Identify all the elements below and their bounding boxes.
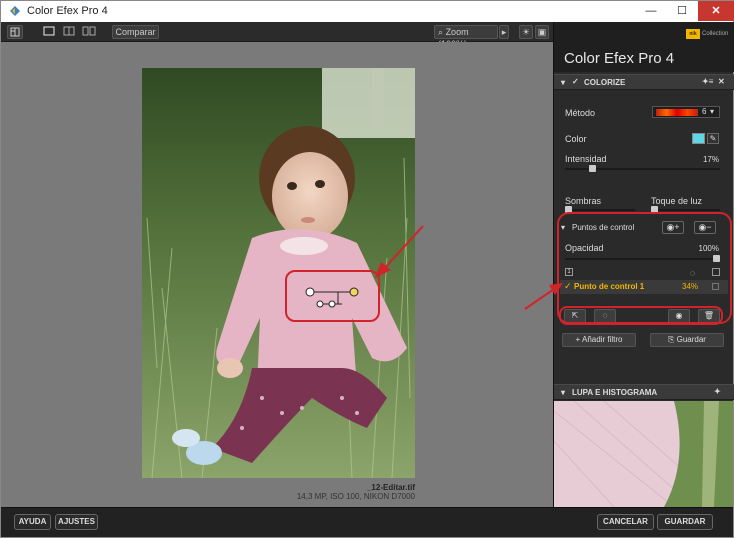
bulb-button[interactable]: ☀ (519, 25, 533, 39)
zoom-select[interactable]: ⌕ Zoom (100%) (434, 25, 498, 49)
annotation-rectangle (559, 306, 723, 325)
shadows-slider[interactable] (565, 206, 635, 213)
loupe-image (554, 401, 733, 507)
background-icon: ▣ (537, 27, 547, 37)
annotation-rectangle (285, 270, 380, 322)
background-button[interactable]: ▣ (535, 25, 549, 39)
navigator-icon (10, 27, 20, 37)
method-select[interactable]: 6 ▾ (652, 106, 720, 118)
help-button[interactable]: AYUDA (14, 514, 51, 530)
zoom-dropdown-arrow[interactable]: ▸ (499, 25, 509, 39)
minimize-button[interactable]: — (636, 1, 666, 21)
side-by-side-icon (82, 26, 96, 36)
save-recipe-button[interactable]: ⎘ Guardar (650, 333, 724, 347)
intensity-value: 17% (702, 155, 719, 164)
filter-menu-icon[interactable]: ✦≡ (702, 77, 713, 86)
nik-logo: nik (686, 29, 700, 39)
chevron-down-icon: ▾ (710, 107, 715, 116)
filter-header[interactable]: ▾ ✓ COLORIZE ✦≡ ✕ (554, 74, 734, 90)
loupe-preview[interactable] (554, 401, 733, 507)
remove-filter-icon[interactable]: ✕ (718, 77, 725, 86)
maximize-button[interactable]: ☐ (667, 1, 697, 21)
shadows-label: Sombras (565, 196, 602, 206)
brand-header: nik Collection Color Efex Pro 4 (554, 22, 734, 72)
intensity-slider[interactable] (565, 165, 720, 172)
close-button[interactable]: ✕ (698, 1, 734, 21)
settings-button[interactable]: AJUSTES (55, 514, 98, 530)
app-window: Color Efex Pro 4 — ☐ ✕ Comparar ⌕ Zoom (… (0, 0, 734, 538)
split-view-icon (63, 26, 75, 36)
right-panel: nik Collection Color Efex Pro 4 ▾ ✓ COLO… (553, 22, 734, 507)
save-icon: ⎘ (668, 335, 677, 344)
image-filename: _12-Editar.tif (366, 483, 415, 492)
compare-button[interactable]: Comparar (112, 25, 159, 39)
filter-enabled-checkbox[interactable]: ✓ (572, 77, 579, 86)
collection-label: Collection (702, 31, 729, 37)
magnifier-icon: ⌕ (438, 27, 444, 37)
loupe-title: LUPA E HISTOGRAMA (572, 388, 658, 397)
loupe-header[interactable]: ▾ LUPA E HISTOGRAMA ✦ (554, 384, 734, 400)
collapse-arrow-icon[interactable]: ▾ (561, 78, 565, 87)
filter-name: COLORIZE (584, 78, 626, 87)
top-toolbar: Comparar ⌕ Zoom (100%) ▸ ☀ ▣ (1, 22, 553, 49)
intensity-label: Intensidad (565, 154, 607, 164)
side-by-side-button[interactable] (79, 25, 99, 39)
app-icon (10, 6, 20, 16)
lightbulb-icon: ☀ (521, 27, 531, 37)
brand-name: Color Efex Pro 4 (564, 50, 675, 67)
window-title: Color Efex Pro 4 (27, 5, 108, 17)
highlights-label: Toque de luz (651, 196, 703, 206)
pin-icon[interactable]: ✦ (714, 387, 721, 396)
navigator-toggle-button[interactable] (7, 25, 23, 39)
cancel-button[interactable]: CANCELAR (597, 514, 654, 530)
preview-area[interactable]: _12-Editar.tif 14,3 MP, ISO 100, NIKON D… (1, 42, 553, 507)
save-button[interactable]: GUARDAR (657, 514, 713, 530)
intensity-slider-knob[interactable] (589, 165, 596, 172)
method-value: 6 (702, 107, 707, 116)
annotation-arrow-icon (375, 225, 424, 278)
method-label: Método (565, 108, 596, 118)
collapse-arrow-icon[interactable]: ▾ (561, 388, 565, 397)
title-bar: Color Efex Pro 4 — ☐ ✕ (1, 1, 734, 22)
single-view-button[interactable] (39, 25, 59, 39)
image-details: 14,3 MP, ISO 100, NIKON D7000 (296, 492, 415, 501)
highlights-slider[interactable] (651, 206, 720, 213)
color-label: Color (565, 134, 587, 144)
color-swatch[interactable] (692, 133, 705, 144)
split-view-button[interactable] (59, 25, 79, 39)
add-filter-button[interactable]: + Añadir filtro (562, 333, 636, 347)
footer-bar: AYUDA AJUSTES CANCELAR GUARDAR (1, 507, 733, 537)
annotation-arrow-icon (524, 283, 563, 310)
single-view-icon (43, 26, 55, 36)
eyedropper-icon[interactable]: ✎ (707, 133, 719, 144)
filter-actions: + Añadir filtro ⎘ Guardar (558, 333, 730, 349)
method-preview-swatch (656, 109, 698, 116)
